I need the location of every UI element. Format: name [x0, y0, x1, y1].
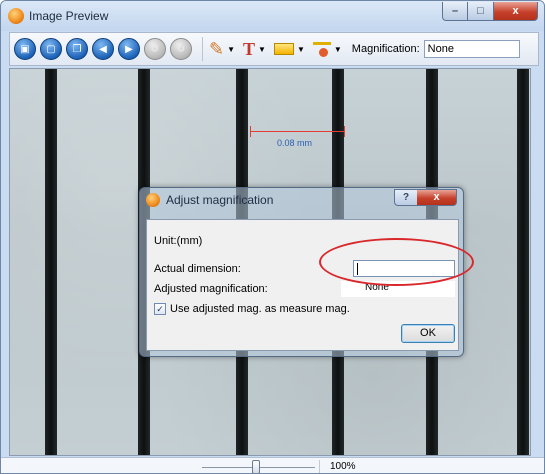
scale-line: [517, 69, 529, 455]
chevron-down-icon: ▼: [333, 44, 342, 54]
chevron-down-icon: ▼: [296, 44, 305, 54]
highlight-ellipse: [319, 238, 474, 286]
rotate-left-icon[interactable]: ↺: [144, 38, 166, 60]
pencil-tool[interactable]: ✎ ▼: [209, 39, 235, 60]
actual-dimension-label: Actual dimension:: [154, 263, 241, 275]
unit-label: Unit:(mm): [154, 235, 203, 247]
chevron-down-icon: ▼: [227, 44, 236, 54]
copy-icon[interactable]: ❐: [66, 38, 88, 60]
zoom-level: 100%: [330, 461, 356, 472]
dialog-title-bar[interactable]: Adjust magnification: [146, 193, 273, 207]
dialog-close-button[interactable]: x: [417, 189, 457, 206]
help-button[interactable]: ?: [394, 189, 418, 206]
window-title: Image Preview: [29, 9, 109, 23]
status-bar: 100%: [1, 457, 544, 473]
toolbar-separator: [202, 37, 203, 61]
measurement-label: 0.08 mm: [277, 138, 313, 148]
ruler-icon: [312, 42, 331, 57]
measurement-line[interactable]: [250, 126, 345, 137]
text-tool[interactable]: T ▼: [243, 39, 266, 60]
use-adjusted-option[interactable]: ✓ Use adjusted mag. as measure mag.: [154, 303, 350, 315]
maximize-button[interactable]: □: [468, 2, 494, 21]
scale-line: [45, 69, 57, 455]
use-adjusted-checkbox[interactable]: ✓: [154, 303, 166, 315]
color-fill-icon: [273, 43, 294, 55]
zoom-slider-thumb[interactable]: [252, 460, 260, 473]
dialog-title: Adjust magnification: [166, 193, 274, 207]
rotate-right-icon[interactable]: ↻: [170, 38, 192, 60]
adjusted-magnification-label: Adjusted magnification:: [154, 283, 268, 295]
chevron-down-icon: ▼: [258, 44, 266, 54]
ok-button[interactable]: OK: [401, 324, 455, 343]
magnification-label: Magnification:: [351, 43, 420, 55]
caption-buttons: – □ x: [442, 2, 538, 21]
open-icon[interactable]: ▢: [40, 38, 62, 60]
save-icon[interactable]: ▣: [14, 38, 36, 60]
toolbar: ▣ ▢ ❐ ◀ ▶ ↺ ↻ ✎ ▼ T ▼ ▼ ▼ Magnification: N…: [9, 32, 539, 66]
image-preview-window: Image Preview – □ x ▣ ▢ ❐ ◀ ▶ ↺ ↻ ✎ ▼ T ▼ …: [0, 0, 545, 474]
magnification-field[interactable]: None: [423, 40, 520, 58]
back-icon[interactable]: ◀: [92, 38, 114, 60]
app-icon: [8, 8, 24, 24]
forward-icon[interactable]: ▶: [118, 38, 140, 60]
app-icon: [146, 193, 160, 207]
color-fill-tool[interactable]: ▼: [273, 43, 305, 55]
use-adjusted-label: Use adjusted mag. as measure mag.: [170, 303, 350, 315]
close-button[interactable]: x: [494, 2, 538, 21]
ruler-tool[interactable]: ▼: [312, 42, 342, 57]
pencil-icon: ✎: [209, 38, 225, 59]
title-bar[interactable]: Image Preview – □ x: [1, 1, 544, 31]
minimize-button[interactable]: –: [442, 2, 468, 21]
status-separator: [319, 460, 320, 473]
text-icon: T: [243, 38, 256, 59]
